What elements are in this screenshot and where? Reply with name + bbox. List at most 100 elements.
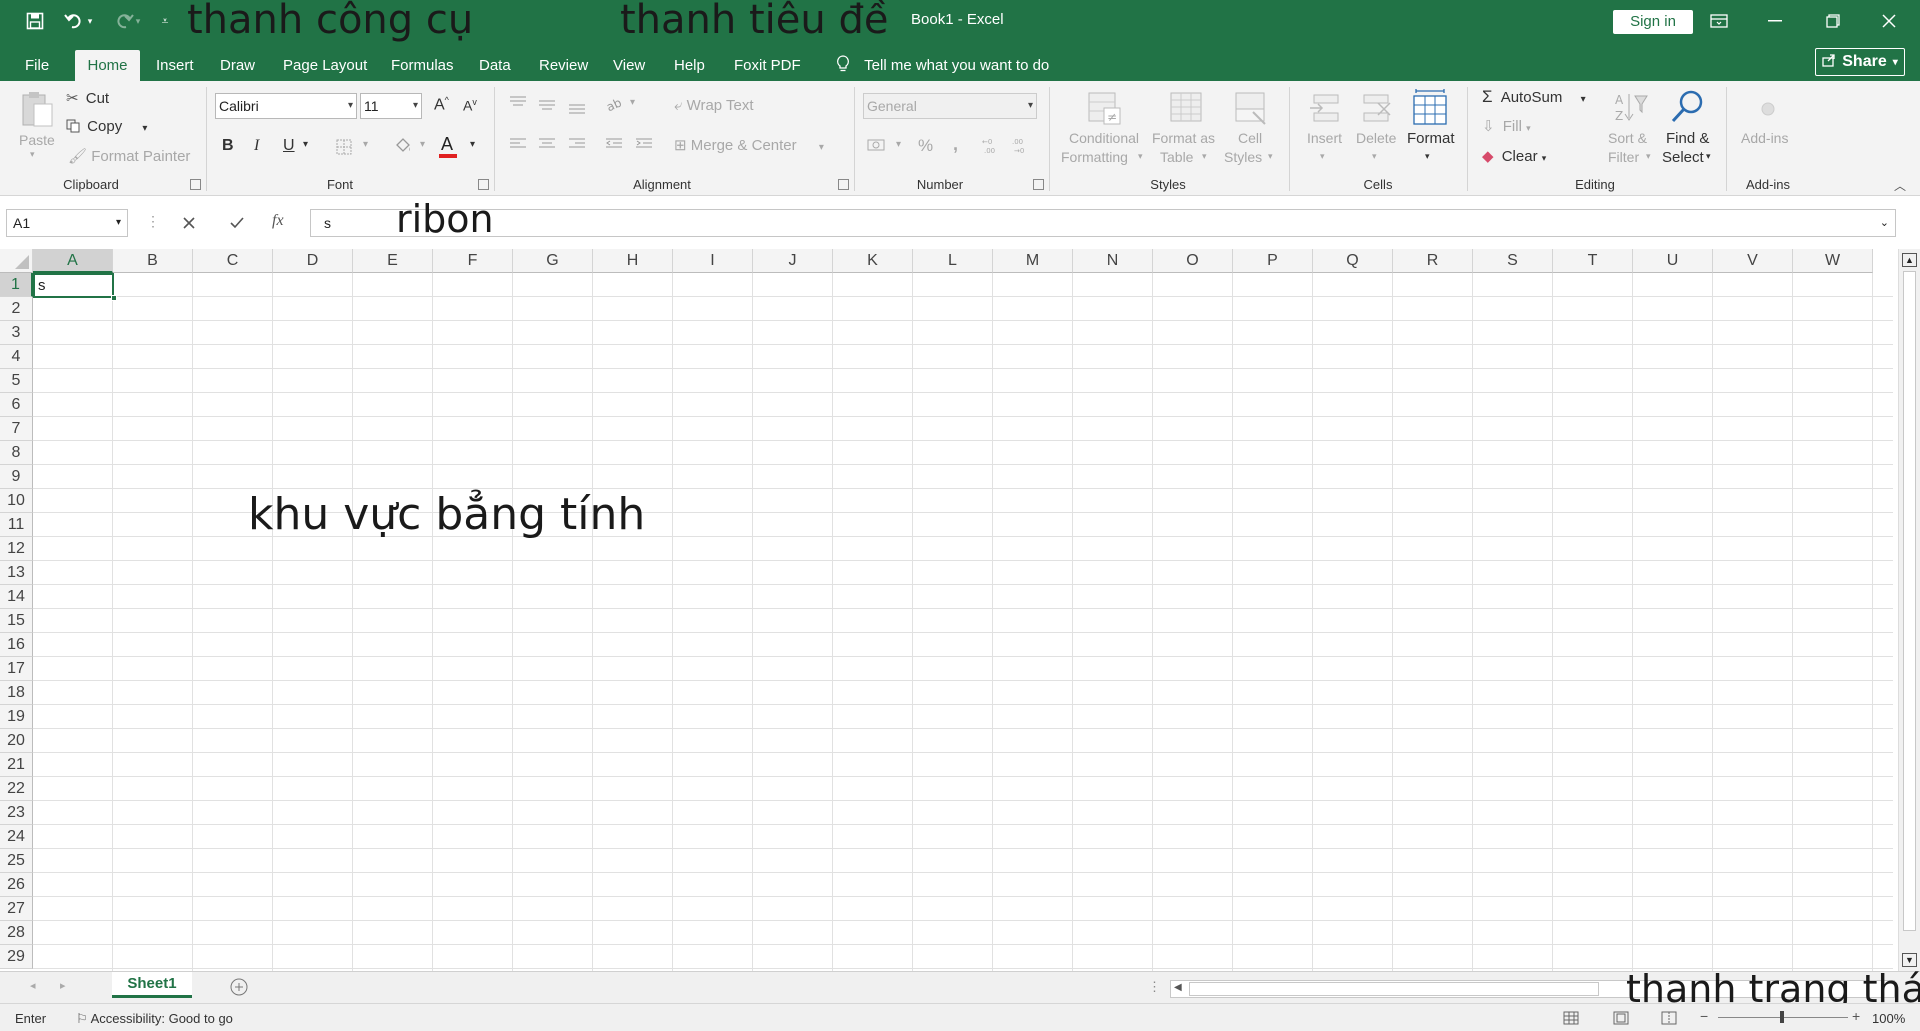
tab-insert[interactable]: Insert <box>148 50 202 81</box>
tab-data[interactable]: Data <box>471 50 519 81</box>
tab-foxit-pdf[interactable]: Foxit PDF <box>726 50 809 81</box>
column-header[interactable]: F <box>433 249 513 273</box>
chevron-down-icon[interactable]: ▾ <box>420 139 425 150</box>
row-header[interactable]: 19 <box>0 705 33 729</box>
sign-in-button[interactable]: Sign in <box>1613 10 1693 34</box>
clipboard-launcher-icon[interactable] <box>190 179 201 190</box>
row-header[interactable]: 10 <box>0 489 33 513</box>
row-header[interactable]: 4 <box>0 345 33 369</box>
align-top-icon[interactable] <box>507 95 529 111</box>
row-header[interactable]: 8 <box>0 441 33 465</box>
add-ins-icon[interactable] <box>1754 95 1782 123</box>
column-header[interactable]: M <box>993 249 1073 273</box>
row-header[interactable]: 9 <box>0 465 33 489</box>
bold-button[interactable]: B <box>222 137 234 155</box>
row-header[interactable]: 21 <box>0 753 33 777</box>
customize-qat-icon[interactable]: ⩡ <box>156 8 174 34</box>
row-header[interactable]: 12 <box>0 537 33 561</box>
font-color-icon[interactable]: A <box>439 134 457 158</box>
column-header[interactable]: N <box>1073 249 1153 273</box>
font-launcher-icon[interactable] <box>478 179 489 190</box>
formula-input[interactable]: s ⌄ <box>310 209 1896 237</box>
row-header[interactable]: 5 <box>0 369 33 393</box>
accessibility-checker[interactable]: ⚐ Accessibility: Good to go <box>76 1011 233 1027</box>
chevron-down-icon[interactable]: ▾ <box>1706 151 1711 162</box>
add-sheet-icon[interactable] <box>229 977 249 997</box>
percent-style-button[interactable]: % <box>918 136 933 156</box>
cancel-entry-icon[interactable] <box>178 212 200 234</box>
column-header[interactable]: E <box>353 249 433 273</box>
number-format-combo[interactable]: General ▾ <box>863 93 1037 119</box>
italic-button[interactable]: I <box>254 137 259 155</box>
column-header[interactable]: L <box>913 249 993 273</box>
row-header[interactable]: 13 <box>0 561 33 585</box>
active-cell[interactable]: s <box>33 273 114 298</box>
column-header[interactable]: O <box>1153 249 1233 273</box>
chevron-down-icon[interactable]: ▾ <box>1138 151 1143 162</box>
column-header[interactable]: J <box>753 249 833 273</box>
tab-home[interactable]: Home <box>75 50 140 81</box>
row-header[interactable]: 29 <box>0 945 33 969</box>
name-box[interactable]: A1 ▾ <box>6 209 128 237</box>
row-header[interactable]: 2 <box>0 297 33 321</box>
close-icon[interactable] <box>1866 0 1912 42</box>
zoom-slider-thumb[interactable] <box>1780 1011 1784 1023</box>
conditional-formatting-icon[interactable]: ≠ <box>1085 89 1123 127</box>
insert-cells-icon[interactable] <box>1306 89 1344 127</box>
row-header[interactable]: 3 <box>0 321 33 345</box>
undo-icon[interactable]: ▾ <box>58 8 98 34</box>
redo-icon[interactable]: ▾ <box>106 8 146 34</box>
delete-cells-icon[interactable] <box>1358 89 1396 127</box>
underline-button[interactable]: U <box>283 137 295 155</box>
zoom-out-icon[interactable]: − <box>1700 1008 1708 1024</box>
align-bottom-icon[interactable] <box>566 99 588 115</box>
fill-handle[interactable] <box>111 295 117 301</box>
paste-icon[interactable] <box>18 89 56 131</box>
increase-decimal-icon[interactable]: ←0.00 <box>980 135 1004 155</box>
sheet-tab[interactable]: Sheet1 <box>112 972 192 998</box>
tab-draw[interactable]: Draw <box>212 50 263 81</box>
row-header[interactable]: 7 <box>0 417 33 441</box>
column-header[interactable]: U <box>1633 249 1713 273</box>
vertical-scrollbar[interactable]: ▲ ▼ <box>1898 249 1920 971</box>
chevron-down-icon[interactable]: ▾ <box>1372 151 1377 162</box>
column-header[interactable]: R <box>1393 249 1473 273</box>
align-right-icon[interactable] <box>566 136 588 152</box>
row-header[interactable]: 23 <box>0 801 33 825</box>
chevron-down-icon[interactable]: ▾ <box>30 149 35 160</box>
row-header[interactable]: 24 <box>0 825 33 849</box>
sheet-scroll-right-icon[interactable]: ▸ <box>60 979 66 992</box>
column-header[interactable]: B <box>113 249 193 273</box>
save-icon[interactable] <box>22 8 48 34</box>
wrap-text-button[interactable]: ⤶ Wrap Text <box>674 97 754 114</box>
select-all-corner[interactable] <box>0 249 33 273</box>
autosum-button[interactable]: Σ AutoSum ▾ <box>1482 87 1586 107</box>
align-middle-icon[interactable] <box>536 97 558 113</box>
tab-file[interactable]: File <box>17 50 57 81</box>
chevron-down-icon[interactable]: ▾ <box>1268 151 1273 162</box>
column-header[interactable]: C <box>193 249 273 273</box>
sort-filter-icon[interactable]: AZ <box>1612 89 1650 127</box>
align-center-icon[interactable] <box>536 136 558 152</box>
row-header[interactable]: 26 <box>0 873 33 897</box>
format-painter-button[interactable]: 🖌 Format Painter <box>68 147 190 165</box>
number-launcher-icon[interactable] <box>1033 179 1044 190</box>
confirm-entry-icon[interactable] <box>226 212 248 234</box>
column-header[interactable]: S <box>1473 249 1553 273</box>
decrease-font-size-icon[interactable]: Av <box>463 97 477 114</box>
font-name-combo[interactable]: Calibri ▾ <box>215 93 357 119</box>
ribbon-display-options-icon[interactable] <box>1696 0 1742 42</box>
column-header[interactable]: A <box>33 249 113 273</box>
tab-page-layout[interactable]: Page Layout <box>275 50 375 81</box>
tab-formulas[interactable]: Formulas <box>383 50 462 81</box>
increase-font-size-icon[interactable]: A^ <box>434 95 449 114</box>
zoom-level[interactable]: 100% <box>1872 1011 1905 1026</box>
page-layout-view-icon[interactable] <box>1612 1010 1630 1026</box>
chevron-down-icon[interactable]: ▾ <box>1646 151 1651 162</box>
clear-button[interactable]: ◆ Clear ▾ <box>1482 147 1546 165</box>
chevron-down-icon[interactable]: ▾ <box>896 139 901 150</box>
tab-review[interactable]: Review <box>531 50 596 81</box>
share-button[interactable]: Share ▾ <box>1815 48 1905 76</box>
row-header[interactable]: 20 <box>0 729 33 753</box>
row-header[interactable]: 18 <box>0 681 33 705</box>
